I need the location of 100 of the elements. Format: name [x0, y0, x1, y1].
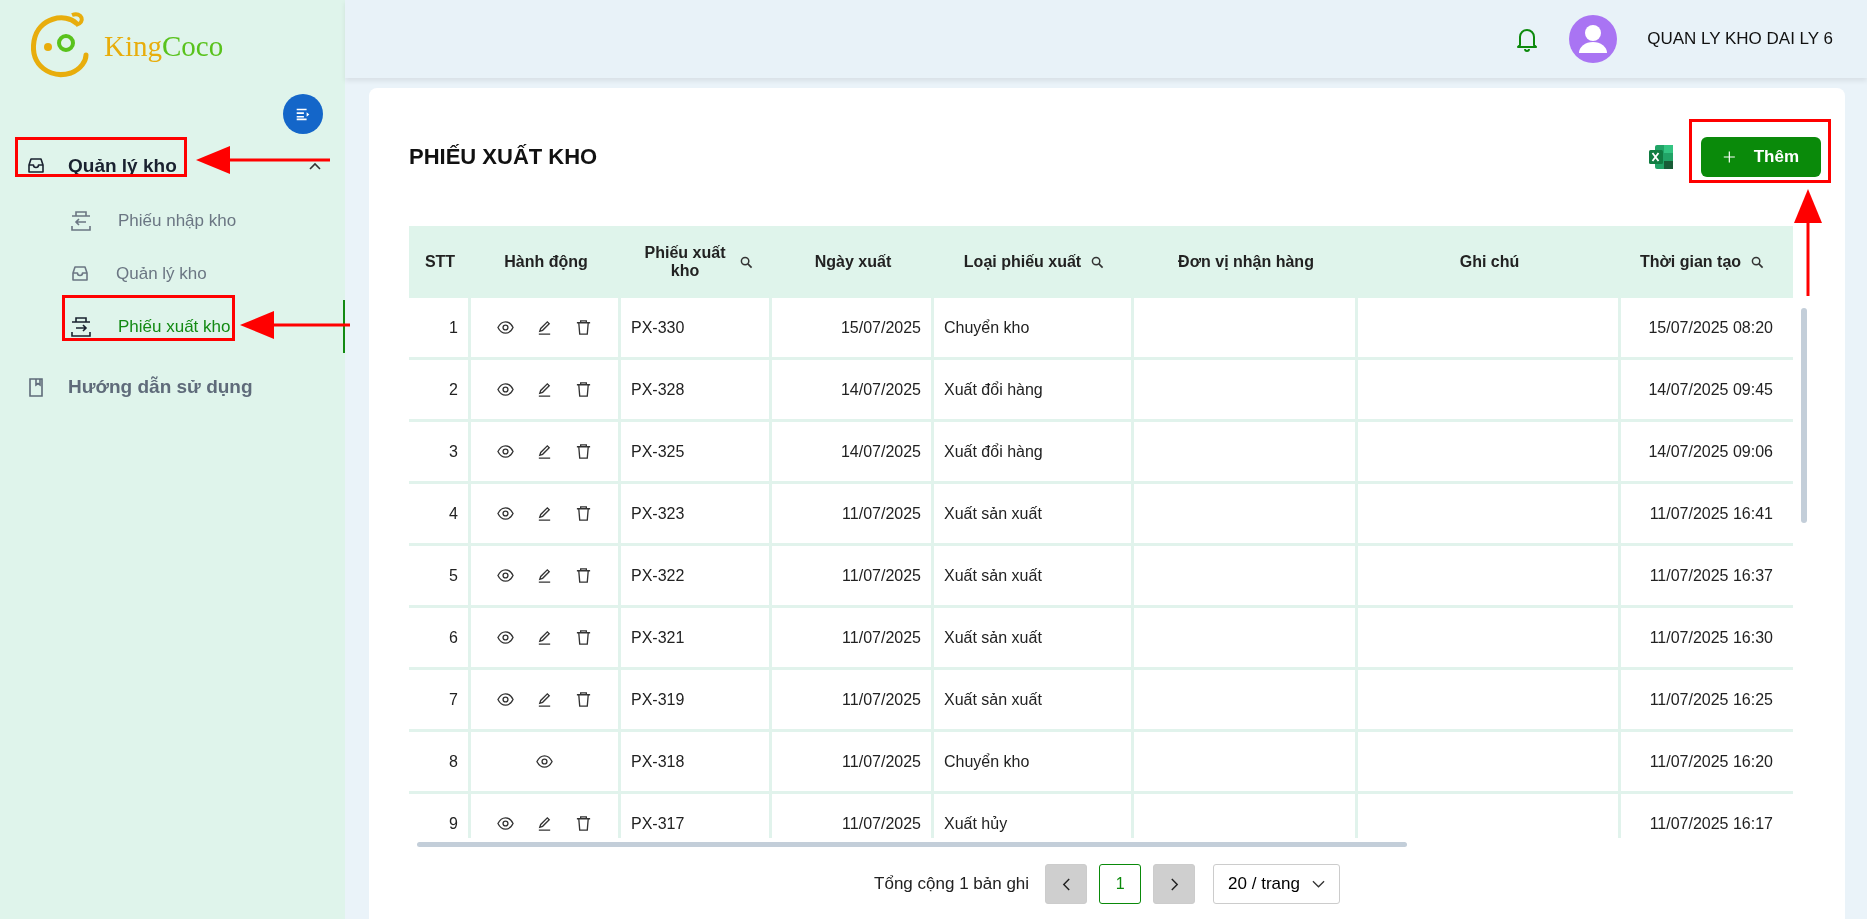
search-icon[interactable] [1091, 255, 1105, 269]
vertical-scrollbar[interactable] [1801, 308, 1807, 523]
table-cell: PX-317 [631, 814, 685, 833]
table-cell: PX-328 [631, 380, 685, 399]
view-icon[interactable] [497, 567, 514, 584]
view-icon[interactable] [497, 381, 514, 398]
submenu-item[interactable]: Phiếu xuất kho [0, 300, 345, 353]
inbox-icon [26, 156, 46, 176]
table-cell: Xuất đổi hàng [944, 380, 1043, 399]
table-cell: 2 [449, 380, 458, 399]
horizontal-scrollbar[interactable] [417, 842, 1407, 847]
inbox-icon [70, 263, 90, 284]
table-cell: 11/07/2025 [842, 628, 921, 647]
table-cell: 1 [449, 318, 458, 337]
trash-icon[interactable] [575, 319, 592, 336]
page-title: PHIẾU XUẤT KHO [409, 144, 598, 170]
table-cell: 11/07/2025 [842, 690, 921, 709]
column-header: STT [423, 252, 457, 272]
page-button[interactable]: 1 [1099, 864, 1142, 904]
add-button[interactable]: Thêm [1701, 137, 1821, 177]
table-cell: 11/07/2025 16:17 [1649, 814, 1773, 833]
trash-icon[interactable] [575, 381, 592, 398]
chevron-icon [309, 162, 321, 170]
column-header: Ghi chú [1458, 252, 1521, 272]
search-icon[interactable] [740, 255, 753, 269]
table-cell: Xuất đổi hàng [944, 442, 1043, 461]
chevron-left-icon [1061, 877, 1071, 891]
export-document-icon [70, 315, 92, 338]
column-header: Hành động [503, 252, 589, 272]
view-icon[interactable] [497, 691, 514, 708]
table-cell: Xuất sản xuất [944, 628, 1042, 647]
table-cell: PX-319 [631, 690, 685, 709]
column-header: Thời gian tạo [1621, 226, 1783, 298]
edit-icon[interactable] [536, 815, 553, 832]
table-cell: 11/07/2025 16:20 [1649, 752, 1773, 771]
trash-icon[interactable] [575, 505, 592, 522]
trash-icon[interactable] [575, 815, 592, 832]
view-icon[interactable] [497, 505, 514, 522]
edit-icon[interactable] [536, 381, 553, 398]
page-size-dropdown[interactable]: 20 / trang [1213, 864, 1340, 904]
table-cell: 7 [449, 690, 458, 709]
table-cell: 11/07/2025 16:37 [1649, 566, 1773, 585]
table-cell: 8 [449, 752, 458, 771]
table-cell: 11/07/2025 [842, 566, 921, 585]
logo-text: KingCoco [104, 29, 224, 63]
menu-item[interactable]: Hướng dẫn sử dụng [0, 357, 345, 417]
trash-icon[interactable] [575, 629, 592, 646]
table-cell: PX-321 [631, 628, 685, 647]
table-cell: PX-330 [631, 318, 685, 337]
submenu-item[interactable]: Phiếu nhập kho [0, 194, 345, 247]
table-cell: 4 [449, 504, 458, 523]
collapse-menu-button[interactable] [283, 94, 323, 134]
trash-icon[interactable] [575, 691, 592, 708]
submenu-item[interactable]: Quản lý kho [0, 247, 345, 300]
edit-icon[interactable] [536, 505, 553, 522]
plus-icon [1723, 149, 1736, 165]
trash-icon[interactable] [575, 443, 592, 460]
user-name: QUAN LY KHO DAI LY 6 [1647, 29, 1833, 49]
table-cell: 11/07/2025 16:25 [1649, 690, 1773, 709]
table-cell: 14/07/2025 [840, 380, 921, 399]
book-icon [26, 376, 46, 398]
table-cell: PX-325 [631, 442, 685, 461]
table-cell: Xuất hủy [944, 814, 1008, 833]
table-cell: 3 [449, 442, 458, 461]
column-header: Phiếu xuất kho [621, 226, 772, 298]
table-cell: PX-318 [631, 752, 685, 771]
table-cell: 6 [449, 628, 458, 647]
table-cell: 14/07/2025 09:45 [1648, 380, 1773, 399]
table-cell: Chuyển kho [944, 752, 1030, 771]
edit-icon[interactable] [536, 567, 553, 584]
table-cell: PX-322 [631, 566, 685, 585]
view-icon[interactable] [536, 753, 553, 770]
edit-icon[interactable] [536, 691, 553, 708]
edit-icon[interactable] [536, 319, 553, 336]
trash-icon[interactable] [575, 567, 592, 584]
table-cell: Xuất sản xuất [944, 504, 1042, 523]
view-icon[interactable] [497, 319, 514, 336]
view-icon[interactable] [497, 443, 514, 460]
import-document-icon [70, 209, 92, 232]
edit-icon[interactable] [536, 629, 553, 646]
column-header: Ngày xuất [813, 252, 893, 272]
caret-down-icon [1311, 880, 1325, 888]
edit-icon[interactable] [536, 443, 553, 460]
chevron-right-icon [1169, 877, 1179, 891]
search-icon[interactable] [1751, 255, 1765, 269]
table-cell: 11/07/2025 [842, 814, 921, 833]
view-icon[interactable] [497, 815, 514, 832]
column-header: Đơn vị nhận hàng [1177, 252, 1315, 272]
table-cell: Xuất sản xuất [944, 566, 1042, 585]
view-icon[interactable] [497, 629, 514, 646]
table-cell: 5 [449, 566, 458, 585]
column-header: Loại phiếu xuất [934, 226, 1134, 298]
table-cell: 14/07/2025 09:06 [1648, 442, 1773, 461]
table-cell: 11/07/2025 16:41 [1649, 504, 1773, 523]
avatar-icon[interactable] [1569, 15, 1618, 63]
table-cell: 14/07/2025 [840, 442, 921, 461]
spreadsheet-icon[interactable] [1647, 143, 1675, 171]
table-cell: 15/07/2025 [840, 318, 921, 337]
table-cell: PX-323 [631, 504, 685, 523]
table-cell: 9 [449, 814, 458, 833]
